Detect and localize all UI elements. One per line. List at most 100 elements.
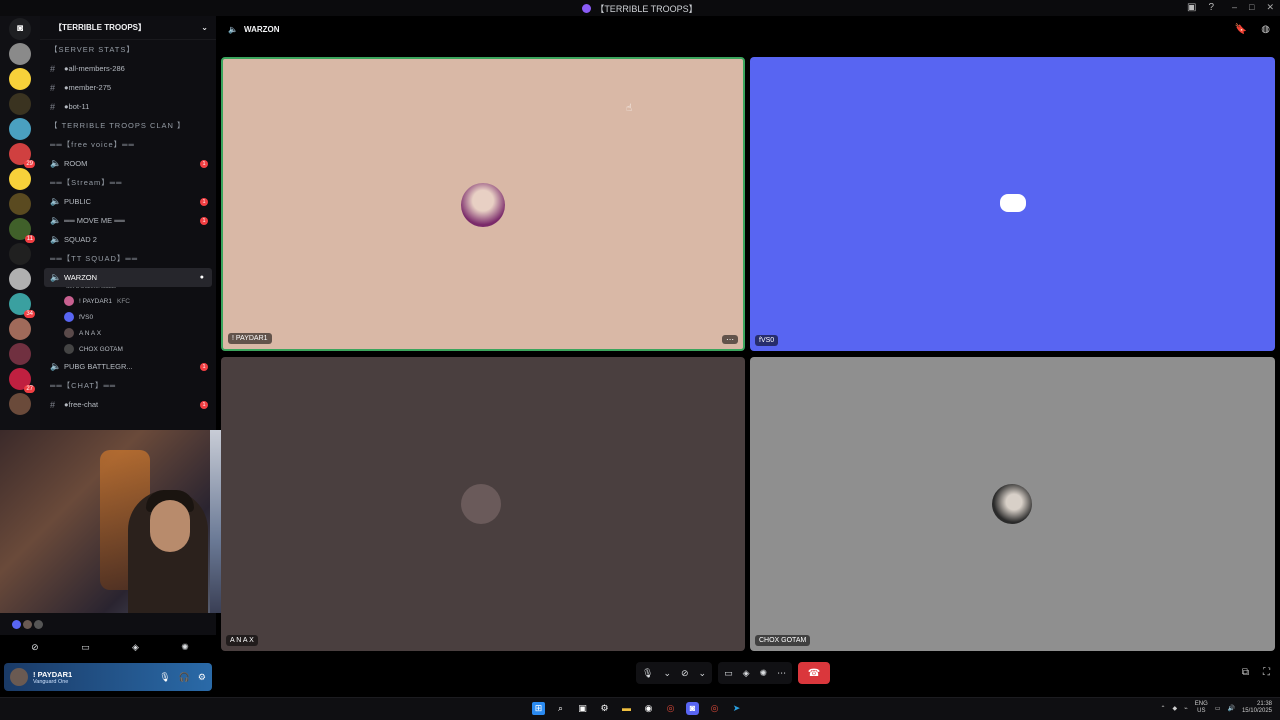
mic-icon[interactable]: 🎙 (642, 668, 653, 679)
participant-tile[interactable]: fVS0 (750, 57, 1275, 351)
start-icon[interactable]: ⊞ (532, 702, 545, 715)
chevron-up-icon[interactable]: ⌃ (1161, 705, 1166, 712)
server-rail: ◙ 29 11 34 27 (0, 16, 40, 430)
server-icon[interactable] (9, 118, 31, 140)
mic-icon[interactable]: 🎙 (159, 672, 170, 683)
volume-icon[interactable]: 🔊 (1227, 705, 1234, 712)
minimize-button[interactable]: – (1232, 2, 1237, 13)
chevron-down-icon[interactable]: ⌄ (663, 668, 671, 679)
avatar (461, 183, 505, 227)
server-icon[interactable] (9, 168, 31, 190)
user-panel[interactable]: ! PAYDAR1 Vanguard One 🎙 🎧 ⚙ (4, 663, 212, 691)
chat-icon[interactable]: ● (200, 274, 204, 281)
search-icon[interactable]: ⌕ (554, 702, 567, 715)
server-icon[interactable]: 34 (9, 293, 35, 318)
call-header: 🔈 WARZON 🔖 ◍ (216, 16, 1280, 42)
participant-tile[interactable]: CHOX GOTAM (750, 357, 1275, 651)
app-logo-icon (582, 3, 592, 13)
language-indicator[interactable]: ENG US (1195, 701, 1208, 715)
voice-member[interactable]: ! PAYDAR1 KFC (40, 293, 216, 309)
home-icon[interactable]: ◙ (9, 18, 31, 40)
server-icon[interactable] (9, 343, 31, 365)
category-tt-squad[interactable]: ══【TT SQUAD】══ (40, 249, 216, 268)
channel-member[interactable]: # ●member-275 (40, 78, 216, 97)
category-free-voice[interactable]: ══【free voice】══ (40, 135, 216, 154)
camera-off-icon[interactable]: ⊘ (31, 642, 39, 653)
screen-share-icon[interactable]: ▭ (724, 668, 733, 679)
browser-icon[interactable]: ◎ (708, 702, 721, 715)
channel-bot[interactable]: # ●bot-11 (40, 97, 216, 116)
chevron-down-icon: ⌄ (201, 23, 208, 32)
settings-icon[interactable]: ⚙ (598, 702, 611, 715)
camera-icon[interactable]: ⊘ (681, 668, 689, 679)
clock[interactable]: 21:38 15/10/2025 (1242, 701, 1272, 715)
inbox-icon[interactable]: ▣ (1187, 2, 1196, 13)
speaker-icon: 🔈 (50, 234, 62, 244)
server-icon[interactable]: 11 (9, 218, 35, 243)
channel-public[interactable]: 🔈 PUBLIC 1 (40, 192, 216, 211)
discord-icon[interactable]: ◙ (686, 702, 699, 715)
category-stream[interactable]: ══【Stream】══ (40, 173, 216, 192)
server-icon[interactable] (9, 318, 31, 340)
channel-pubg[interactable]: 🔈 PUBG BATTLEGR... 1 (40, 357, 216, 376)
headphones-icon[interactable]: 🎧 (179, 672, 190, 683)
category-clan[interactable]: 【 TERRIBLE TROOPS CLAN 】 (40, 116, 216, 135)
voice-actions: ⊘ ▭ ◈ ✺ (10, 638, 210, 656)
more-options-icon[interactable]: ⋯ (722, 335, 738, 344)
telegram-icon[interactable]: ➤ (730, 702, 743, 715)
channel-move-me[interactable]: 🔈 ══ MOVE ME ══ 1 (40, 211, 216, 230)
channel-free-chat[interactable]: # ●free-chat 1 (40, 395, 216, 414)
voice-member[interactable]: CHOX GOTAM (40, 341, 216, 357)
voice-member[interactable]: fVS0 (40, 309, 216, 325)
popout-icon[interactable]: ⧉ (1242, 667, 1249, 678)
voice-avatars (0, 613, 216, 635)
channel-warzon[interactable]: 🔈 WARZON ● (44, 268, 212, 287)
server-icon[interactable] (9, 68, 31, 90)
network-icon[interactable]: ▭ (1215, 705, 1221, 712)
folder-icon[interactable]: ▬ (620, 702, 633, 715)
server-icon[interactable]: 29 (9, 143, 35, 168)
chevron-down-icon[interactable]: ⌄ (699, 668, 707, 679)
tray-app-icon[interactable]: ◆ (1173, 705, 1178, 712)
server-icon[interactable] (9, 243, 31, 265)
activity-icon[interactable]: ◈ (743, 668, 750, 679)
close-button[interactable]: ✕ (1266, 2, 1274, 13)
channel-all-members[interactable]: # ●all-members-286 (40, 59, 216, 78)
server-icon[interactable] (9, 93, 31, 115)
taskbar: ⊞ ⌕ ▣ ⚙ ▬ ◉ ◎ ◙ ◎ ➤ ⌃ ◆ ⌁ ENG US ▭ 🔊 21:… (0, 697, 1280, 720)
server-icon[interactable] (9, 43, 31, 65)
voice-member[interactable]: A N A X (40, 325, 216, 341)
hash-icon: # (50, 63, 56, 74)
gear-icon[interactable]: ⚙ (198, 672, 206, 683)
help-icon[interactable]: ? (1208, 2, 1214, 13)
usb-icon[interactable]: ⌁ (1184, 705, 1188, 712)
category-chat[interactable]: ══【CHAT】══ (40, 376, 216, 395)
soundboard-icon[interactable]: ✺ (760, 668, 768, 679)
channel-room[interactable]: 🔈 ROOM 1 (40, 154, 216, 173)
participant-tile[interactable]: ! PAYDAR1 ⋯ (221, 57, 745, 351)
activity-icon[interactable]: ◈ (132, 642, 139, 653)
server-header[interactable]: 【TERRIBLE TROOPS】 ⌄ (40, 16, 216, 40)
maximize-button[interactable]: □ (1249, 2, 1254, 13)
chat-bubble-icon[interactable]: ◍ (1261, 24, 1270, 35)
screen-share-icon[interactable]: ▭ (81, 642, 90, 653)
more-options-icon[interactable]: ⋯ (777, 668, 786, 679)
hangup-button[interactable]: ☎ (798, 662, 831, 684)
participant-tile[interactable]: A N A X (221, 357, 745, 651)
bookmark-icon[interactable]: 🔖 (1235, 24, 1247, 35)
speaker-icon: 🔈 (50, 361, 62, 371)
category-server-stats[interactable]: 【SERVER STATS】 (40, 40, 216, 59)
server-icon[interactable] (9, 268, 31, 290)
channel-squad-2[interactable]: 🔈 SQUAD 2 (40, 230, 216, 249)
avatar (64, 296, 74, 306)
server-icon[interactable]: 27 (9, 368, 35, 393)
avatar (461, 484, 501, 524)
soundboard-icon[interactable]: ✺ (181, 642, 189, 653)
task-view-icon[interactable]: ▣ (576, 702, 589, 715)
chrome-icon[interactable]: ◎ (664, 702, 677, 715)
server-icon[interactable] (9, 193, 31, 215)
speaker-icon: 🔈 (50, 196, 62, 206)
steam-icon[interactable]: ◉ (642, 702, 655, 715)
fullscreen-icon[interactable]: ⛶ (1263, 667, 1270, 678)
server-icon[interactable] (9, 393, 31, 415)
